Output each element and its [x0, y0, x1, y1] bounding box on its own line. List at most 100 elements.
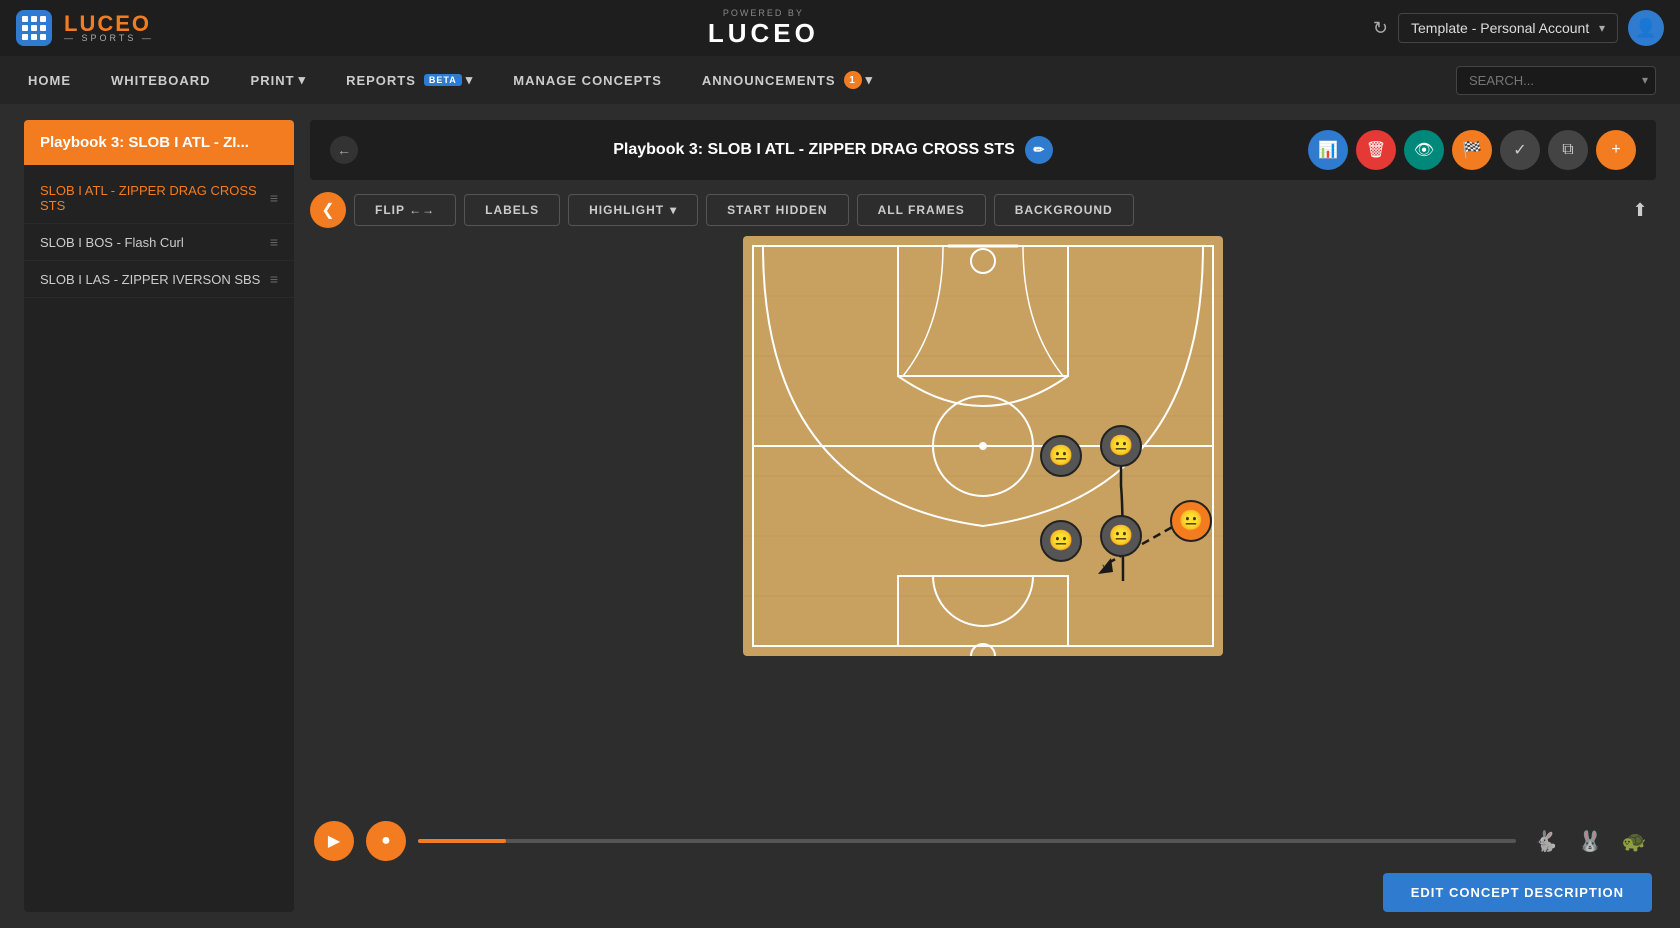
- concept-item[interactable]: SLOB I BOS - Flash Curl ≡: [24, 224, 294, 261]
- speed-fast-icon[interactable]: 🐇: [1528, 823, 1564, 859]
- eye-icon: 👁: [1414, 140, 1434, 160]
- playbook-name: Playbook 3: SLOB I ATL - ZIPPER DRAG CRO…: [613, 136, 1053, 164]
- notif-badge: 1: [844, 71, 862, 89]
- speed-slow-icon[interactable]: 🐢: [1616, 823, 1652, 859]
- top-center: POWERED BY LUCEO: [166, 8, 1361, 49]
- nav-print[interactable]: PRINT ▾: [247, 72, 311, 88]
- back-icon: ←: [337, 142, 351, 158]
- user-avatar[interactable]: 👤: [1628, 10, 1664, 46]
- play-button[interactable]: ▶: [314, 821, 354, 861]
- center-logo: POWERED BY LUCEO: [708, 8, 819, 49]
- playbook-name-text: Playbook 3: SLOB I ATL - ZIPPER DRAG CRO…: [613, 141, 1015, 159]
- flip-button[interactable]: FLIP ←→: [354, 194, 456, 226]
- nav-home[interactable]: HOME: [24, 73, 75, 88]
- refresh-icon[interactable]: ↻: [1373, 18, 1388, 39]
- court-toolbar: ❮ FLIP ←→ LABELS HIGHLIGHT ▾ START HIDDE…: [310, 192, 1656, 228]
- speed-controls: 🐇 🐰 🐢: [1528, 823, 1652, 859]
- pencil-icon: ✏: [1033, 142, 1044, 158]
- main-content: Playbook 3: SLOB I ATL - ZI... SLOB I AT…: [0, 104, 1680, 928]
- prev-frame-button[interactable]: ❮: [310, 192, 346, 228]
- flag-button[interactable]: 🏁: [1452, 130, 1492, 170]
- basketball-court: 😐 😐 😐 😐 😐: [743, 236, 1223, 656]
- court-svg: 😐 😐 😐 😐 😐: [743, 236, 1223, 656]
- concept-item-label: SLOB I LAS - ZIPPER IVERSON SBS: [40, 272, 270, 287]
- bottom-bar: EDIT CONCEPT DESCRIPTION: [310, 873, 1656, 912]
- concept-item-label: SLOB I ATL - ZIPPER DRAG CROSS STS: [40, 183, 270, 213]
- print-chevron-icon: ▾: [299, 72, 307, 88]
- nav-announcements[interactable]: ANNOUNCEMENTS 1 ▾: [698, 71, 877, 89]
- add-button[interactable]: +: [1596, 130, 1636, 170]
- court-wrapper: 😐 😐 😐 😐 😐: [310, 236, 1656, 813]
- delete-button[interactable]: 🗑: [1356, 130, 1396, 170]
- plus-icon: +: [1611, 141, 1620, 159]
- concept-item-label: SLOB I BOS - Flash Curl: [40, 235, 270, 250]
- court-section: ❮ FLIP ←→ LABELS HIGHLIGHT ▾ START HIDDE…: [310, 192, 1656, 861]
- concept-item[interactable]: SLOB I ATL - ZIPPER DRAG CROSS STS ≡: [24, 173, 294, 224]
- nav-reports[interactable]: REPORTS BETA ▾: [342, 72, 477, 88]
- highlight-chevron-icon: ▾: [670, 203, 677, 217]
- announcements-chevron-icon: ▾: [866, 72, 874, 88]
- search-input[interactable]: [1456, 66, 1656, 95]
- hamburger-icon[interactable]: ≡: [270, 271, 278, 287]
- logo-text: LUCEO: [64, 13, 154, 35]
- nav-bar: HOME WHITEBOARD PRINT ▾ REPORTS BETA ▾ M…: [0, 56, 1680, 104]
- center-logo-text: LUCEO: [708, 18, 819, 49]
- hamburger-icon[interactable]: ≡: [270, 234, 278, 250]
- left-panel: Playbook 3: SLOB I ATL - ZI... SLOB I AT…: [24, 120, 294, 912]
- upload-icon: ⬆: [1632, 200, 1647, 220]
- top-bar: LUCEO — SPORTS — POWERED BY LUCEO ↻ Temp…: [0, 0, 1680, 56]
- nav-manage-concepts[interactable]: MANAGE CONCEPTS: [509, 73, 666, 88]
- upload-button[interactable]: ⬆: [1624, 194, 1656, 226]
- nav-whiteboard[interactable]: WHITEBOARD: [107, 73, 215, 88]
- concept-item[interactable]: SLOB I LAS - ZIPPER IVERSON SBS ≡: [24, 261, 294, 298]
- svg-text:😐: 😐: [1179, 509, 1204, 532]
- account-selector[interactable]: Template - Personal Account ▾: [1398, 13, 1618, 43]
- edit-name-button[interactable]: ✏: [1025, 136, 1053, 164]
- svg-text:😐: 😐: [1109, 524, 1134, 547]
- playbook-title-bar[interactable]: Playbook 3: SLOB I ATL - ZI...: [24, 120, 294, 165]
- view-button[interactable]: 👁: [1404, 130, 1444, 170]
- start-hidden-button[interactable]: START HIDDEN: [706, 194, 848, 226]
- step-button[interactable]: ●: [366, 821, 406, 861]
- play-icon: ▶: [328, 831, 340, 851]
- progress-bar[interactable]: [418, 839, 1516, 843]
- check-button[interactable]: ✓: [1500, 130, 1540, 170]
- prev-icon: ❮: [321, 200, 334, 220]
- avatar-icon: 👤: [1635, 18, 1657, 39]
- svg-text:😐: 😐: [1109, 434, 1134, 457]
- hamburger-icon[interactable]: ≡: [270, 190, 278, 206]
- trash-icon: 🗑: [1366, 140, 1386, 160]
- highlight-button[interactable]: HIGHLIGHT ▾: [568, 194, 698, 226]
- chart-button[interactable]: 📊: [1308, 130, 1348, 170]
- concept-list: SLOB I ATL - ZIPPER DRAG CROSS STS ≡ SLO…: [24, 165, 294, 306]
- grid-menu-button[interactable]: [16, 10, 52, 46]
- logo-sub: — SPORTS —: [64, 33, 154, 43]
- playbook-header: ← Playbook 3: SLOB I ATL - ZIPPER DRAG C…: [310, 120, 1656, 180]
- nav-search: ▾: [1456, 66, 1656, 95]
- background-button[interactable]: BACKGROUND: [994, 194, 1134, 226]
- back-button[interactable]: ←: [330, 136, 358, 164]
- highlight-label: HIGHLIGHT: [589, 203, 664, 217]
- labels-button[interactable]: LABELS: [464, 194, 560, 226]
- chevron-down-icon: ▾: [1599, 21, 1605, 35]
- speed-medium-icon[interactable]: 🐰: [1572, 823, 1608, 859]
- header-actions: 📊 🗑 👁 🏁 ✓ ⧉ +: [1308, 130, 1636, 170]
- search-chevron-icon: ▾: [1642, 73, 1648, 87]
- right-area: ← Playbook 3: SLOB I ATL - ZIPPER DRAG C…: [310, 120, 1656, 912]
- step-icon: ●: [381, 832, 391, 850]
- top-right: ↻ Template - Personal Account ▾ 👤: [1373, 10, 1664, 46]
- playback-bar: ▶ ● 🐇 🐰 🐢: [310, 821, 1656, 861]
- playbook-title-short: Playbook 3: SLOB I ATL - ZI...: [40, 134, 249, 151]
- powered-by-label: POWERED BY: [723, 8, 804, 18]
- copy-icon: ⧉: [1562, 141, 1573, 159]
- flag-icon: 🏁: [1462, 140, 1482, 160]
- checkmark-icon: ✓: [1513, 140, 1526, 160]
- account-label: Template - Personal Account: [1411, 20, 1589, 36]
- svg-text:😐: 😐: [1049, 529, 1074, 552]
- edit-concept-description-button[interactable]: EDIT CONCEPT DESCRIPTION: [1383, 873, 1652, 912]
- svg-text:😐: 😐: [1049, 444, 1074, 467]
- chart-icon: 📊: [1318, 140, 1338, 160]
- all-frames-button[interactable]: ALL FRAMES: [857, 194, 986, 226]
- beta-badge: BETA: [424, 74, 462, 86]
- copy-button[interactable]: ⧉: [1548, 130, 1588, 170]
